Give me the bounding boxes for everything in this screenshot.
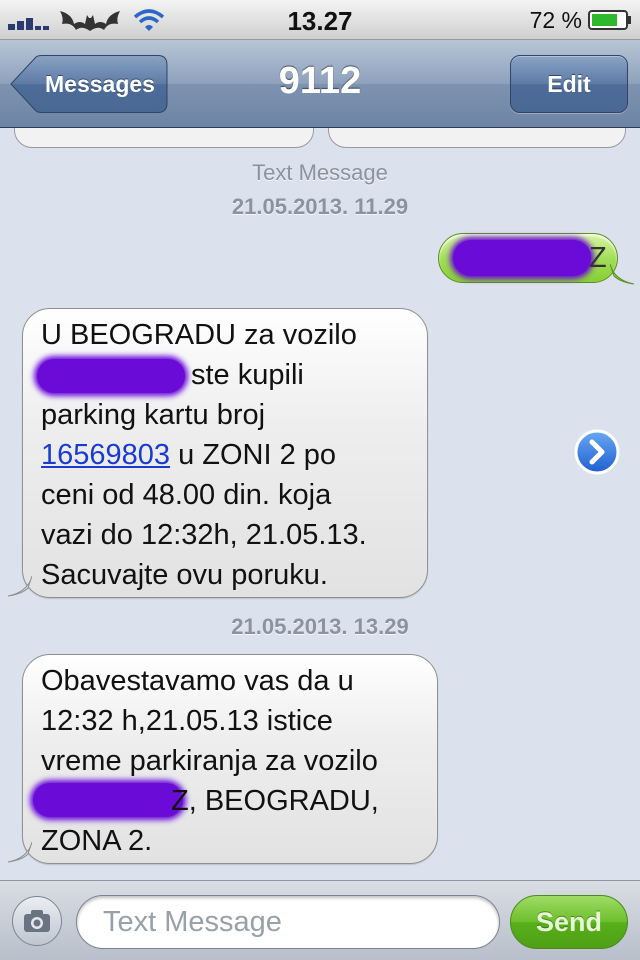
forward-details-icon[interactable] bbox=[574, 429, 620, 475]
timestamp: 21.05.2013. 11.29 bbox=[231, 194, 409, 219]
message-line: Sacuvajte ovu poruku. bbox=[41, 559, 328, 591]
compose-bar: Send bbox=[0, 880, 640, 960]
message-line: U BEOGRADU za vozilo bbox=[41, 319, 357, 351]
edit-button[interactable]: Edit bbox=[510, 55, 628, 113]
message-list[interactable]: Text Message 21.05.2013. 11.29 Z U BEOGR… bbox=[0, 128, 640, 880]
received-message-bubble[interactable]: Obavestavamo vas da u 12:32 h,21.05.13 i… bbox=[22, 654, 438, 864]
message-line: Z, BEOGRADU, bbox=[171, 785, 379, 817]
redaction-mark bbox=[453, 240, 591, 276]
received-message-bubble[interactable]: U BEOGRADU za vozilo ste kupili parking … bbox=[22, 308, 428, 598]
message-line: 16569803 u ZONI 2 po bbox=[41, 435, 336, 475]
message-type-label: Text Message bbox=[252, 160, 388, 185]
navigation-bar: Messages 9112 Edit bbox=[0, 40, 640, 128]
redaction-mark bbox=[37, 359, 185, 393]
received-bubble-tail bbox=[7, 842, 32, 863]
message-line: parking kartu broj bbox=[41, 399, 266, 431]
camera-button[interactable] bbox=[12, 896, 62, 946]
message-input[interactable] bbox=[76, 895, 500, 949]
message-line-text: u ZONI 2 po bbox=[170, 439, 337, 471]
received-bubble-tail bbox=[7, 576, 32, 597]
camera-icon bbox=[24, 910, 50, 932]
message-line: ste kupili bbox=[191, 359, 304, 391]
previous-message-bubble bbox=[14, 128, 314, 148]
message-line: ceni od 48.00 din. koja bbox=[41, 479, 332, 511]
timestamp: 21.05.2013. 13.29 bbox=[231, 614, 409, 639]
message-line: ZONA 2. bbox=[41, 825, 153, 857]
status-bar: 13.27 72 % bbox=[0, 0, 640, 40]
message-line: vreme parkiranja za vozilo bbox=[41, 745, 378, 777]
sent-message-text: Z bbox=[589, 242, 607, 274]
ticket-number-link[interactable]: 16569803 bbox=[41, 439, 170, 471]
send-button[interactable]: Send bbox=[510, 895, 628, 949]
battery-percent: 72 % bbox=[529, 7, 582, 33]
sent-message-bubble[interactable]: Z bbox=[438, 233, 618, 283]
previous-message-bubble bbox=[328, 128, 626, 148]
message-line: Obavestavamo vas da u bbox=[41, 665, 354, 697]
redaction-mark bbox=[33, 783, 183, 817]
message-line: 12:32 h,21.05.13 istice bbox=[41, 705, 333, 737]
battery-icon bbox=[588, 10, 631, 30]
message-line: vazi do 12:32h, 21.05.13. bbox=[41, 519, 367, 551]
sent-bubble-tail bbox=[610, 264, 635, 285]
